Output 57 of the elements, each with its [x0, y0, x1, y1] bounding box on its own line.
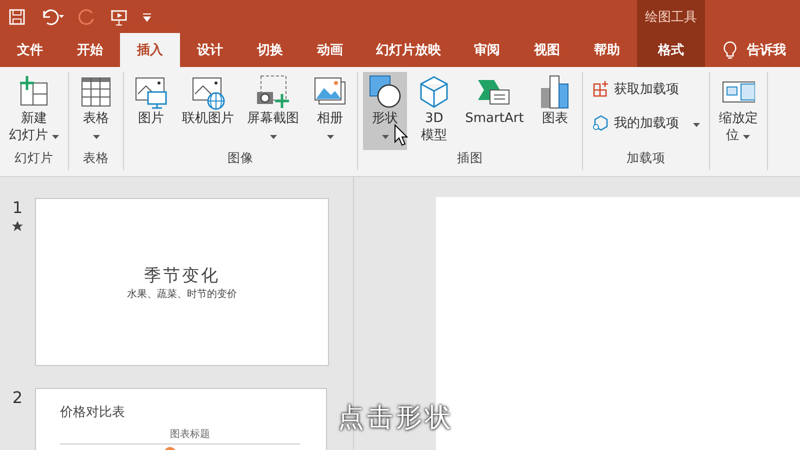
presentation-icon[interactable]: [110, 8, 128, 26]
ribbon-tab[interactable]: 开始: [60, 33, 120, 67]
my-add-ins-icon: [592, 114, 610, 132]
caret-icon: [743, 135, 750, 139]
group-label: 加载项: [625, 150, 666, 167]
group-label: 表格: [82, 150, 110, 167]
online-picture-button[interactable]: 联机图片: [178, 72, 238, 150]
picture-button[interactable]: 图片: [129, 72, 174, 150]
ribbon-tab[interactable]: 设计: [180, 33, 240, 67]
ribbon-tab[interactable]: 文件: [0, 33, 60, 67]
screenshot-icon: [256, 74, 290, 110]
cube-button[interactable]: 3D 模型: [412, 72, 456, 150]
slide-number: 2: [12, 388, 23, 407]
tell-me-field[interactable]: 告诉我: [747, 41, 786, 59]
table-button[interactable]: 表格: [74, 72, 118, 150]
shapes-icon: [368, 74, 402, 110]
slide-thumbnail[interactable]: 价格对比表 图表标题: [35, 388, 327, 450]
caret-icon: [92, 135, 100, 139]
ribbon-tab[interactable]: 动画: [300, 33, 360, 67]
undo-icon[interactable]: [40, 8, 64, 26]
slide-number: 1: [12, 198, 23, 217]
zoom-button[interactable]: 缩放定 位: [714, 72, 762, 150]
mouse-cursor-icon: [394, 124, 408, 146]
shapes-button[interactable]: 形状: [363, 72, 408, 150]
video-caption: 点击形状: [338, 402, 454, 435]
caret-icon: [52, 135, 60, 139]
slide-title: 价格对比表: [60, 404, 126, 421]
ribbon-tab[interactable]: 帮助: [577, 33, 637, 67]
lightbulb-icon[interactable]: [723, 41, 737, 59]
customize-icon[interactable]: [142, 12, 152, 22]
screenshot-button[interactable]: 屏幕截图: [243, 72, 304, 150]
ribbon-tab[interactable]: 视图: [517, 33, 577, 67]
save-icon[interactable]: [8, 8, 26, 26]
add-ins-icon: [592, 80, 610, 98]
smartart-button[interactable]: SmartArt: [461, 72, 528, 150]
new-slide-button[interactable]: 新建 幻灯片: [5, 72, 64, 150]
caret-icon: [382, 135, 389, 139]
group-label: 图像: [226, 150, 255, 167]
ribbon-tab[interactable]: 切换: [240, 33, 300, 67]
group-label: 幻灯片: [14, 150, 55, 167]
caret-icon: [692, 122, 700, 126]
contextual-tab-header: 绘图工具: [637, 0, 705, 33]
ribbon-tab[interactable]: 格式: [637, 33, 705, 67]
group-label: 插图: [456, 150, 484, 167]
caret-icon: [270, 135, 277, 139]
caret-icon: [326, 135, 334, 139]
chart-button[interactable]: 图表: [532, 72, 577, 150]
ribbon-tab[interactable]: 幻灯片放映: [360, 33, 457, 67]
album-button[interactable]: 相册: [308, 72, 352, 150]
slide-subtitle: 水果、蔬菜、时节的变价: [127, 288, 237, 300]
ribbon-tab[interactable]: 审阅: [457, 33, 517, 67]
my-addins-button[interactable]: 我的加载项: [588, 112, 704, 134]
get-addins-button[interactable]: 获取加载项: [588, 78, 704, 100]
slide-thumbnail[interactable]: 季节变化 水果、蔬菜、时节的变价: [35, 198, 329, 366]
ribbon-tab[interactable]: 插入: [120, 33, 180, 67]
slide-title: 季节变化: [144, 264, 220, 286]
chart-title: 图表标题: [170, 428, 211, 441]
